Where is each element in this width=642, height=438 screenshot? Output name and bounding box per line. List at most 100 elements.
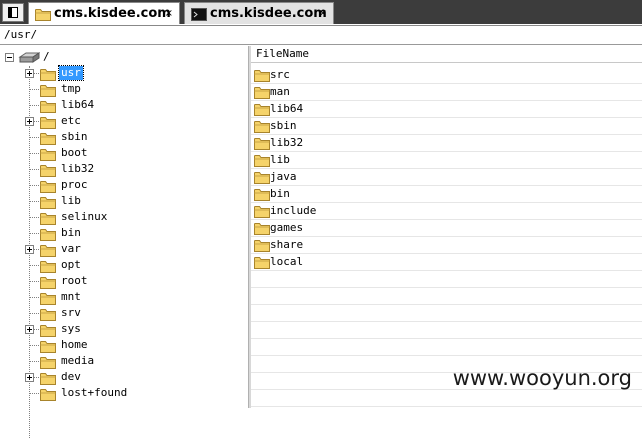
file-row[interactable]: sbin [251, 118, 642, 135]
expand-icon[interactable] [25, 117, 34, 126]
tree-item-label: lib64 [61, 98, 95, 111]
folder-icon [254, 171, 270, 187]
tree-item[interactable]: srv [0, 306, 248, 322]
file-row[interactable]: include [251, 203, 642, 220]
expand-icon[interactable] [25, 69, 34, 78]
folder-icon [254, 205, 270, 221]
expand-icon[interactable] [25, 373, 34, 382]
tree-item-label: mnt [61, 290, 81, 303]
path-input[interactable]: /usr/ [0, 25, 642, 45]
file-name: games [270, 221, 304, 234]
folder-icon [254, 154, 270, 170]
file-row[interactable]: lib64 [251, 101, 642, 118]
tree-item[interactable]: dev [0, 370, 248, 386]
folder-icon [254, 222, 270, 238]
tree-item-label: lib [61, 194, 81, 207]
tree-item[interactable]: lib32 [0, 162, 248, 178]
tree-root-label: / [43, 50, 50, 63]
drive-icon [18, 52, 41, 67]
tree-item[interactable]: usr [0, 65, 248, 82]
tab-terminal[interactable]: cms.kisdee.com × [184, 2, 334, 24]
tree-item-label: var [61, 242, 81, 255]
tree-item-label: dev [61, 370, 81, 383]
file-row[interactable]: src [251, 67, 642, 84]
tree-connector [30, 153, 39, 154]
tree-item[interactable]: opt [0, 258, 248, 274]
empty-row [251, 271, 642, 288]
tree-item[interactable]: root [0, 274, 248, 290]
close-icon[interactable]: × [165, 3, 173, 24]
tab-file-manager[interactable]: cms.kisdee.com × [28, 2, 180, 24]
tree-item[interactable]: lost+found [0, 386, 248, 402]
tree-item-label: selinux [61, 210, 108, 223]
tree-item[interactable]: home [0, 338, 248, 354]
tree-connector [30, 217, 39, 218]
file-name: java [270, 170, 297, 183]
tree-item[interactable]: mnt [0, 290, 248, 306]
tree-item[interactable]: selinux [0, 210, 248, 226]
tree-item[interactable]: lib64 [0, 98, 248, 114]
tree-item[interactable]: tmp [0, 82, 248, 98]
empty-row [251, 305, 642, 322]
file-name: src [270, 68, 290, 81]
tree-item[interactable]: var [0, 242, 248, 258]
empty-row [251, 288, 642, 305]
folder-icon [254, 120, 270, 136]
tree-item-label: bin [61, 226, 81, 239]
panel-toggle-button[interactable] [2, 3, 24, 22]
tree-connector [30, 345, 39, 346]
file-row[interactable]: lib32 [251, 135, 642, 152]
empty-row [251, 390, 642, 407]
tree-item-label: lib32 [61, 162, 95, 175]
column-header-filename[interactable]: FileName [251, 46, 642, 63]
file-row[interactable]: share [251, 237, 642, 254]
tree-item[interactable]: sbin [0, 130, 248, 146]
tree-connector [30, 137, 39, 138]
tree-item-label: etc [61, 114, 81, 127]
file-row[interactable]: java [251, 169, 642, 186]
folder-icon [254, 69, 270, 85]
tab-bar: cms.kisdee.com × cms.kisdee.com × [0, 0, 642, 24]
watermark-text: www.wooyun.org [452, 366, 632, 390]
file-name: local [270, 255, 304, 268]
tree-item[interactable]: etc [0, 114, 248, 130]
expand-icon[interactable] [25, 325, 34, 334]
file-row[interactable]: local [251, 254, 642, 271]
tree-item[interactable]: boot [0, 146, 248, 162]
tree-connector [30, 265, 39, 266]
tree-item[interactable]: sys [0, 322, 248, 338]
tree-connector [30, 313, 39, 314]
tree-item[interactable]: proc [0, 178, 248, 194]
folder-icon [40, 388, 56, 404]
file-row[interactable]: man [251, 84, 642, 101]
panel-icon [8, 7, 18, 18]
tree-connector [30, 169, 39, 170]
tree-connector [30, 233, 39, 234]
file-name: sbin [270, 119, 297, 132]
file-row[interactable]: lib [251, 152, 642, 169]
file-name: lib [270, 153, 290, 166]
tree-connector [30, 297, 39, 298]
folder-icon [254, 256, 270, 272]
tree-item[interactable]: bin [0, 226, 248, 242]
tree-connector [30, 361, 39, 362]
tree-item-label: sys [61, 322, 81, 335]
file-name: lib64 [270, 102, 304, 115]
expand-icon[interactable] [25, 245, 34, 254]
file-name: share [270, 238, 304, 251]
tab-label: cms.kisdee.com [54, 6, 171, 21]
tab-label: cms.kisdee.com [210, 6, 327, 21]
tree-item[interactable]: media [0, 354, 248, 370]
tree-item[interactable]: lib [0, 194, 248, 210]
tree-connector [30, 105, 39, 106]
tree-item-label: root [61, 274, 88, 287]
tree-item-label: boot [61, 146, 88, 159]
file-row[interactable]: bin [251, 186, 642, 203]
tree-connector [30, 393, 39, 394]
tree-item-label: sbin [61, 130, 88, 143]
collapse-icon[interactable] [5, 53, 14, 62]
close-icon[interactable]: × [319, 3, 327, 24]
folder-icon [254, 137, 270, 153]
tree-item-label: usr [58, 65, 84, 81]
file-row[interactable]: games [251, 220, 642, 237]
